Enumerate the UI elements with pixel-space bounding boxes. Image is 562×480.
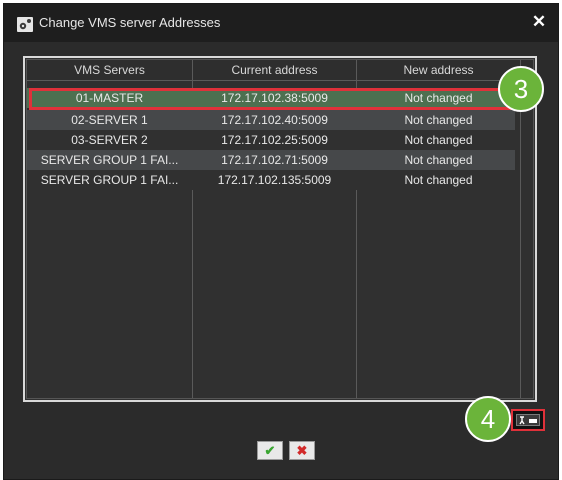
table-row[interactable]: SERVER GROUP 1 FAI... 172.17.102.135:500… bbox=[27, 170, 515, 190]
server-name-cell: SERVER GROUP 1 FAI... bbox=[40, 173, 179, 187]
table-row[interactable]: 03-SERVER 2 172.17.102.25:5009 Not chang… bbox=[27, 130, 515, 150]
cancel-button[interactable]: ✖ bbox=[289, 441, 315, 460]
current-address-cell: 172.17.102.25:5009 bbox=[221, 133, 328, 147]
server-name-cell: 03-SERVER 2 bbox=[71, 133, 148, 147]
step-4-callout: 4 bbox=[465, 396, 511, 442]
server-name-cell: SERVER GROUP 1 FAI... bbox=[40, 153, 179, 167]
new-address-cell[interactable]: Not changed bbox=[357, 88, 520, 108]
table-header: VMS Servers Current address New address bbox=[27, 60, 533, 81]
new-address-cell[interactable]: Not changed bbox=[357, 130, 520, 150]
server-name-cell: 02-SERVER 1 bbox=[71, 113, 148, 127]
table-row[interactable]: SERVER GROUP 1 FAI... 172.17.102.71:5009… bbox=[27, 150, 515, 170]
ok-button[interactable]: ✔ bbox=[257, 441, 283, 460]
server-settings-icon bbox=[17, 17, 33, 32]
change-addresses-dialog: Change VMS server Addresses ✕ VMS Server… bbox=[3, 3, 559, 480]
network-icon bbox=[519, 416, 537, 425]
new-address-cell[interactable]: Not changed bbox=[357, 150, 520, 170]
server-name-cell: 01-MASTER bbox=[75, 91, 144, 105]
column-header-new-address[interactable]: New address bbox=[357, 60, 520, 80]
current-address-cell: 172.17.102.40:5009 bbox=[221, 113, 328, 127]
edit-address-icon bbox=[516, 414, 540, 426]
edit-address-button[interactable] bbox=[511, 409, 545, 431]
close-button[interactable]: ✕ bbox=[530, 12, 548, 32]
step-3-callout: 3 bbox=[498, 66, 544, 112]
table-row[interactable]: 02-SERVER 1 172.17.102.40:5009 Not chang… bbox=[27, 110, 515, 130]
current-address-cell: 172.17.102.71:5009 bbox=[221, 153, 328, 167]
title-bar[interactable]: Change VMS server Addresses ✕ bbox=[4, 4, 558, 42]
dialog-title: Change VMS server Addresses bbox=[39, 15, 221, 30]
current-address-cell: 172.17.102.135:5009 bbox=[217, 173, 332, 187]
current-address-cell: 172.17.102.38:5009 bbox=[221, 91, 328, 105]
new-address-cell[interactable]: Not changed bbox=[357, 170, 520, 190]
column-header-current-address[interactable]: Current address bbox=[193, 60, 356, 80]
column-header-vms-servers[interactable]: VMS Servers bbox=[27, 60, 192, 80]
new-address-cell[interactable]: Not changed bbox=[357, 110, 520, 130]
servers-table: VMS Servers Current address New address … bbox=[23, 56, 537, 402]
table-body: VMS Servers Current address New address … bbox=[26, 59, 534, 399]
table-row[interactable]: 01-MASTER 172.17.102.38:5009 Not changed bbox=[27, 88, 515, 108]
